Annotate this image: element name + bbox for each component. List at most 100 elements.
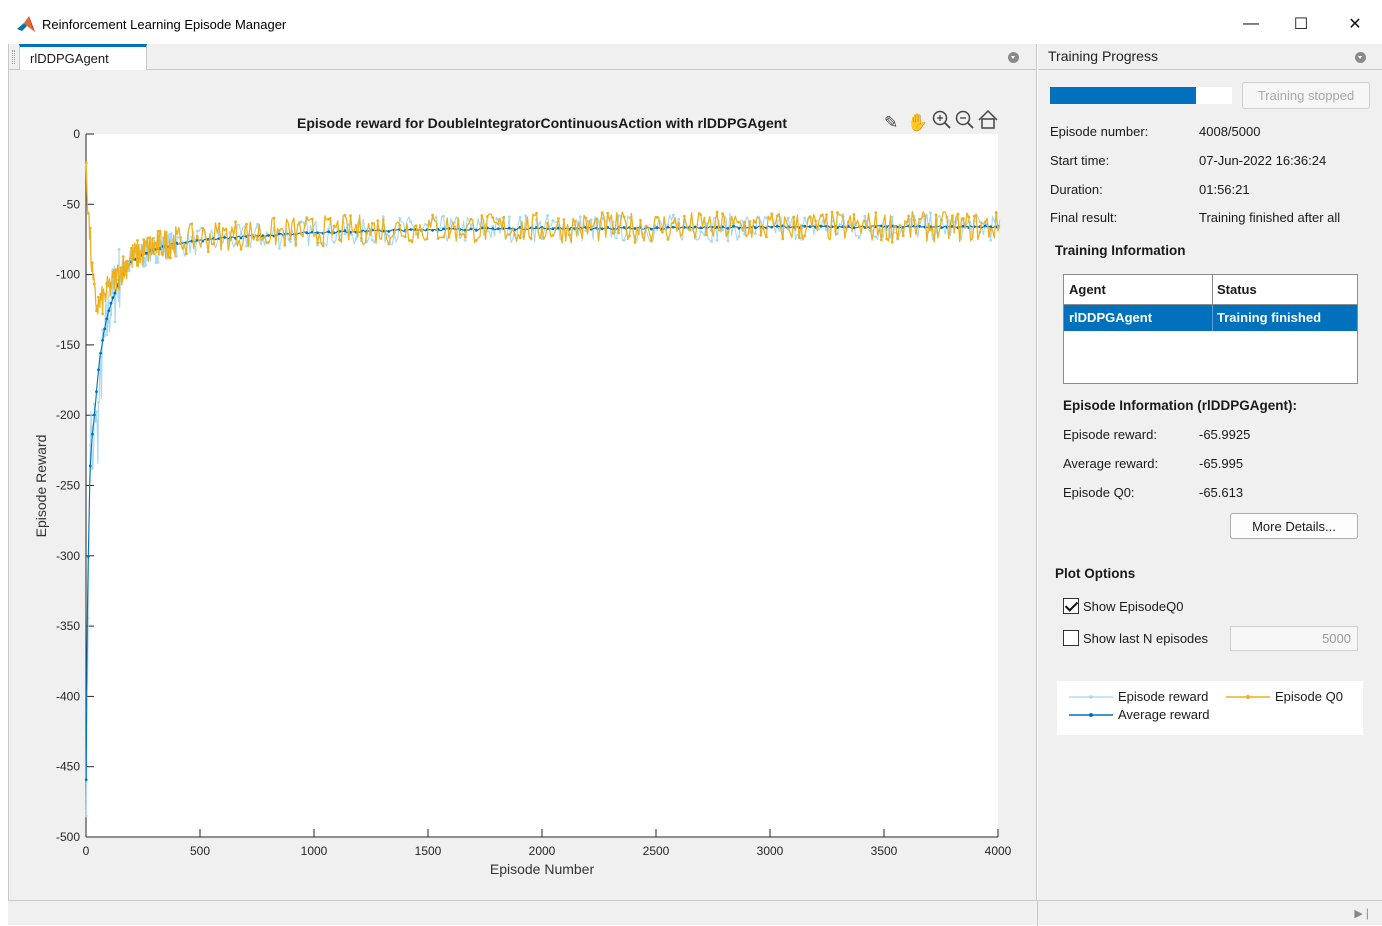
series-point-episode-q0 <box>879 238 883 242</box>
panel-menu-icon[interactable] <box>1008 52 1019 63</box>
series-point-episode-q0 <box>148 236 152 240</box>
series-point-episode-q0 <box>387 242 391 246</box>
series-point-episode-reward <box>245 244 248 248</box>
series-point-episode-q0 <box>84 161 88 165</box>
series-point-episode-reward <box>144 264 148 267</box>
reward-plot[interactable]: Episode reward for DoubleIntegratorConti… <box>8 70 1037 900</box>
series-point-episode-q0 <box>212 242 216 246</box>
y-tick-label: -200 <box>56 408 80 422</box>
series-point-episode-reward <box>277 247 281 250</box>
series-point-episode-q0 <box>95 309 98 313</box>
training-stopped-button[interactable]: Training stopped <box>1242 82 1370 109</box>
series-point-episode-q0 <box>86 211 90 215</box>
series-point-episode-reward <box>989 238 993 242</box>
series-point-episode-reward <box>97 400 100 404</box>
show-last-n-episodes-label[interactable]: Show last N episodes <box>1083 631 1208 646</box>
series-point-episode-reward <box>239 232 243 236</box>
series-point-episode-q0 <box>469 217 473 221</box>
show-episodeq0-label[interactable]: Show EpisodeQ0 <box>1083 599 1183 614</box>
series-point-episode-reward <box>327 227 330 231</box>
series-point-episode-q0 <box>923 214 927 218</box>
series-point-episode-reward <box>578 215 582 219</box>
series-point-episode-q0 <box>852 213 856 216</box>
x-tick-label: 2000 <box>529 844 556 858</box>
column-header-agent[interactable]: Agent <box>1064 275 1106 304</box>
minimize-button[interactable]: — <box>1228 8 1274 40</box>
start-time-label: Start time: <box>1050 153 1110 168</box>
series-point-average-reward <box>111 296 115 300</box>
series-point-episode-q0 <box>144 240 148 244</box>
series-point-episode-q0 <box>557 217 560 220</box>
series-point-episode-reward <box>721 228 724 232</box>
series-point-episode-reward <box>469 223 473 227</box>
series-point-episode-q0 <box>918 217 921 221</box>
table-row[interactable]: rlDDPGAgent Training finished <box>1064 305 1357 331</box>
series-point-episode-q0 <box>814 219 817 223</box>
pan-hand-icon[interactable]: ✋ <box>907 112 928 132</box>
zoom-in-icon[interactable] <box>932 110 951 129</box>
series-point-episode-q0 <box>201 227 205 230</box>
series-point-episode-reward <box>288 240 292 244</box>
y-tick-label: -100 <box>56 268 80 282</box>
series-point-episode-q0 <box>206 250 210 254</box>
series-point-average-reward <box>808 225 812 229</box>
series-point-episode-q0 <box>666 238 670 241</box>
close-button[interactable]: ✕ <box>1332 8 1378 40</box>
series-point-episode-reward <box>726 239 730 243</box>
series-point-episode-q0 <box>371 222 374 225</box>
matlab-logo-icon <box>17 16 35 32</box>
series-point-episode-q0 <box>140 250 144 254</box>
maximize-button[interactable]: ☐ <box>1278 8 1324 40</box>
series-point-episode-q0 <box>179 242 183 246</box>
series-point-average-reward <box>803 224 807 228</box>
series-point-episode-q0 <box>573 220 577 223</box>
agent-status-table: Agent Status rlDDPGAgent Training finish… <box>1063 274 1358 384</box>
series-point-episode-q0 <box>901 234 905 238</box>
series-point-episode-q0 <box>513 233 516 237</box>
more-details-button[interactable]: More Details... <box>1230 513 1358 539</box>
column-header-status[interactable]: Status <box>1212 275 1257 304</box>
play-icon[interactable]: ▶❘ <box>1354 907 1372 920</box>
series-point-average-reward <box>84 778 88 782</box>
series-point-episode-q0 <box>836 211 839 215</box>
training-progress-bar <box>1050 87 1232 104</box>
series-point-average-reward <box>327 230 330 234</box>
series-point-episode-q0 <box>425 237 429 241</box>
status-cell: Training finished <box>1217 310 1322 325</box>
series-point-episode-reward <box>316 243 319 247</box>
panel-menu-icon[interactable] <box>1355 52 1366 63</box>
series-point-episode-q0 <box>781 237 785 241</box>
series-point-episode-q0 <box>934 213 938 217</box>
series-point-episode-q0 <box>217 222 221 226</box>
series-point-episode-q0 <box>111 275 115 279</box>
show-episodeq0-checkbox[interactable] <box>1063 598 1079 614</box>
series-point-episode-q0 <box>595 217 599 221</box>
series-point-episode-reward <box>874 235 878 238</box>
axes-toolbar: ✎ ✋ <box>884 109 998 132</box>
series-point-episode-reward <box>710 240 713 243</box>
series-point-episode-q0 <box>951 214 954 218</box>
zoom-out-icon[interactable] <box>955 110 974 129</box>
series-point-episode-reward <box>256 222 259 226</box>
series-point-average-reward <box>770 225 774 229</box>
series-point-episode-reward <box>754 232 757 236</box>
series-point-episode-q0 <box>633 241 637 244</box>
y-tick-label: -500 <box>56 830 80 844</box>
legend-episode-reward: Episode reward <box>1118 689 1209 704</box>
series-point-episode-q0 <box>228 238 232 242</box>
brush-icon[interactable]: ✎ <box>884 113 898 132</box>
series-point-average-reward <box>277 232 281 236</box>
series-point-episode-q0 <box>97 295 100 299</box>
show-last-n-episodes-checkbox[interactable] <box>1063 630 1079 646</box>
home-icon[interactable] <box>978 109 998 129</box>
series-point-episode-q0 <box>858 225 861 228</box>
drag-grip-icon[interactable] <box>12 50 15 64</box>
last-n-episodes-input[interactable]: 5000 <box>1230 626 1358 651</box>
series-point-episode-q0 <box>699 213 703 217</box>
legend-swatch-episode-q0 <box>1226 695 1270 699</box>
series-point-episode-q0 <box>715 210 719 214</box>
series-point-episode-q0 <box>994 211 998 214</box>
series-point-episode-q0 <box>431 213 434 217</box>
series-point-episode-q0 <box>125 259 129 263</box>
tab-rlddpgagent[interactable]: rlDDPGAgent <box>19 44 147 70</box>
